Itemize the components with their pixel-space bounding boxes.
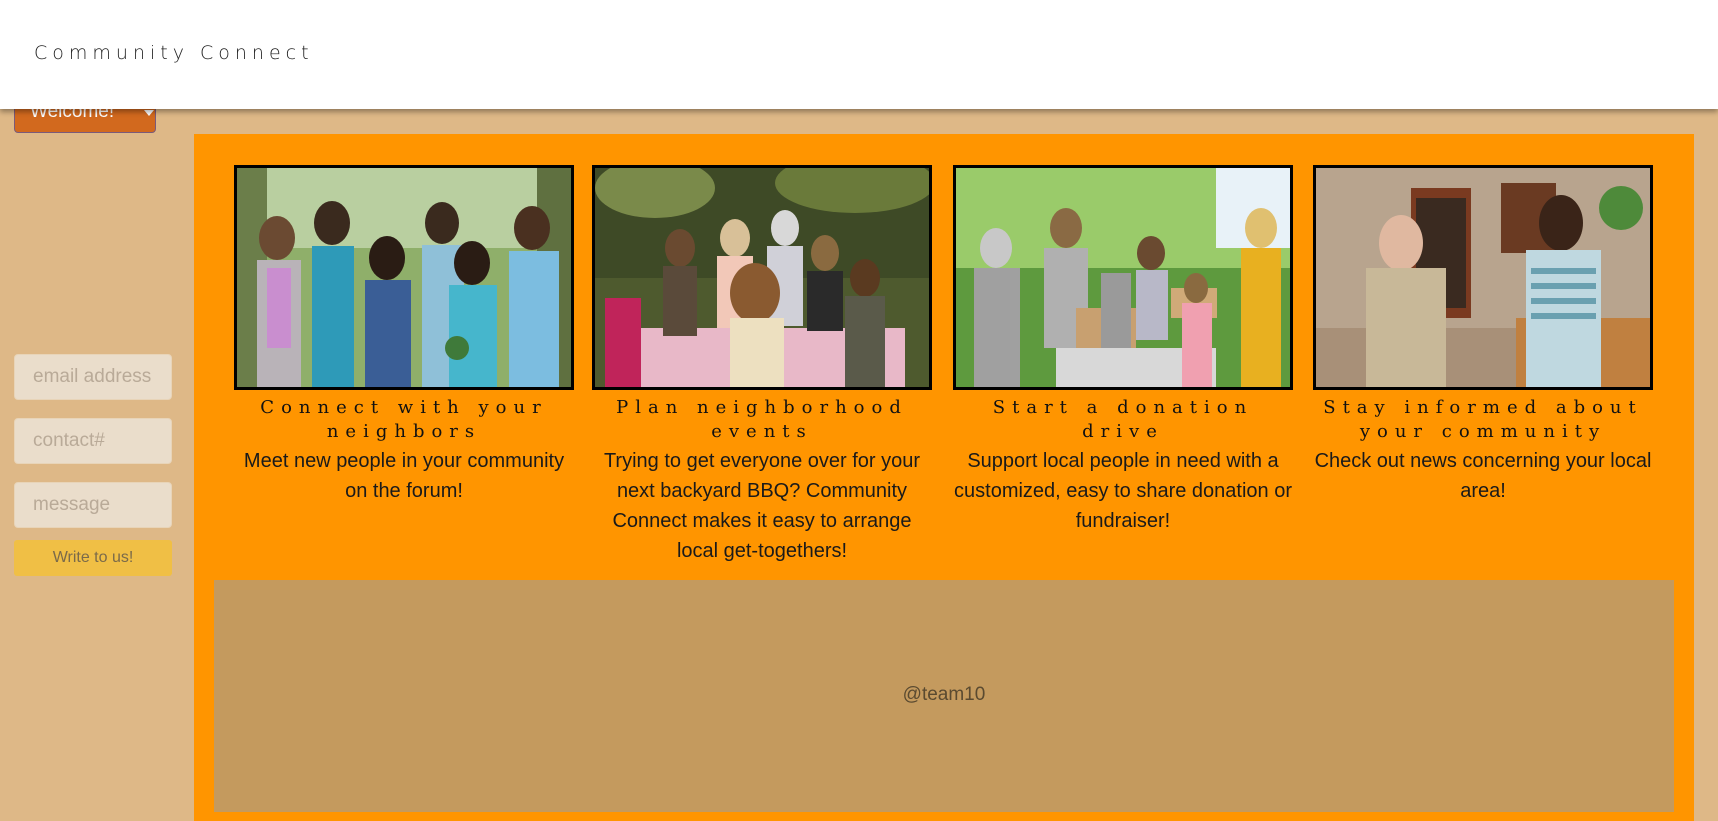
email-input[interactable]: [14, 354, 172, 400]
message-input[interactable]: [14, 482, 172, 528]
feature-card-events: Plan neighborhood events Trying to get e…: [592, 165, 932, 566]
features-panel: Connect with your neighbors Meet new peo…: [194, 134, 1694, 821]
neighbors-group-photo: [234, 165, 574, 390]
footer-credit: @team10: [902, 684, 986, 705]
contact-number-input[interactable]: [14, 418, 172, 464]
caret-down-icon: [144, 110, 154, 116]
write-to-us-button[interactable]: Write to us!: [14, 540, 172, 576]
top-navbar: Community Connect: [0, 0, 1718, 109]
donation-drive-photo: [953, 165, 1293, 390]
feature-card-news: Stay informed about your community Check…: [1313, 165, 1653, 506]
feature-title: Stay informed about your community: [1323, 397, 1643, 442]
footer: @team10: [214, 580, 1674, 812]
feature-title: Plan neighborhood events: [616, 397, 908, 442]
feature-title: Connect with your neighbors: [260, 397, 548, 442]
feature-description: Check out news concerning your local are…: [1314, 450, 1652, 502]
feature-title: Start a donation drive: [992, 397, 1254, 442]
feature-card-donation: Start a donation drive Support local peo…: [953, 165, 1293, 536]
feature-description: Meet new people in your community on the…: [243, 450, 565, 502]
backyard-party-photo: [592, 165, 932, 390]
feature-description: Support local people in need with a cust…: [954, 450, 1292, 532]
feature-description: Trying to get everyone over for your nex…: [603, 450, 921, 562]
neighbors-chatting-photo: [1313, 165, 1653, 390]
brand-title[interactable]: Community Connect: [34, 42, 314, 64]
feature-card-connect: Connect with your neighbors Meet new peo…: [234, 165, 574, 506]
